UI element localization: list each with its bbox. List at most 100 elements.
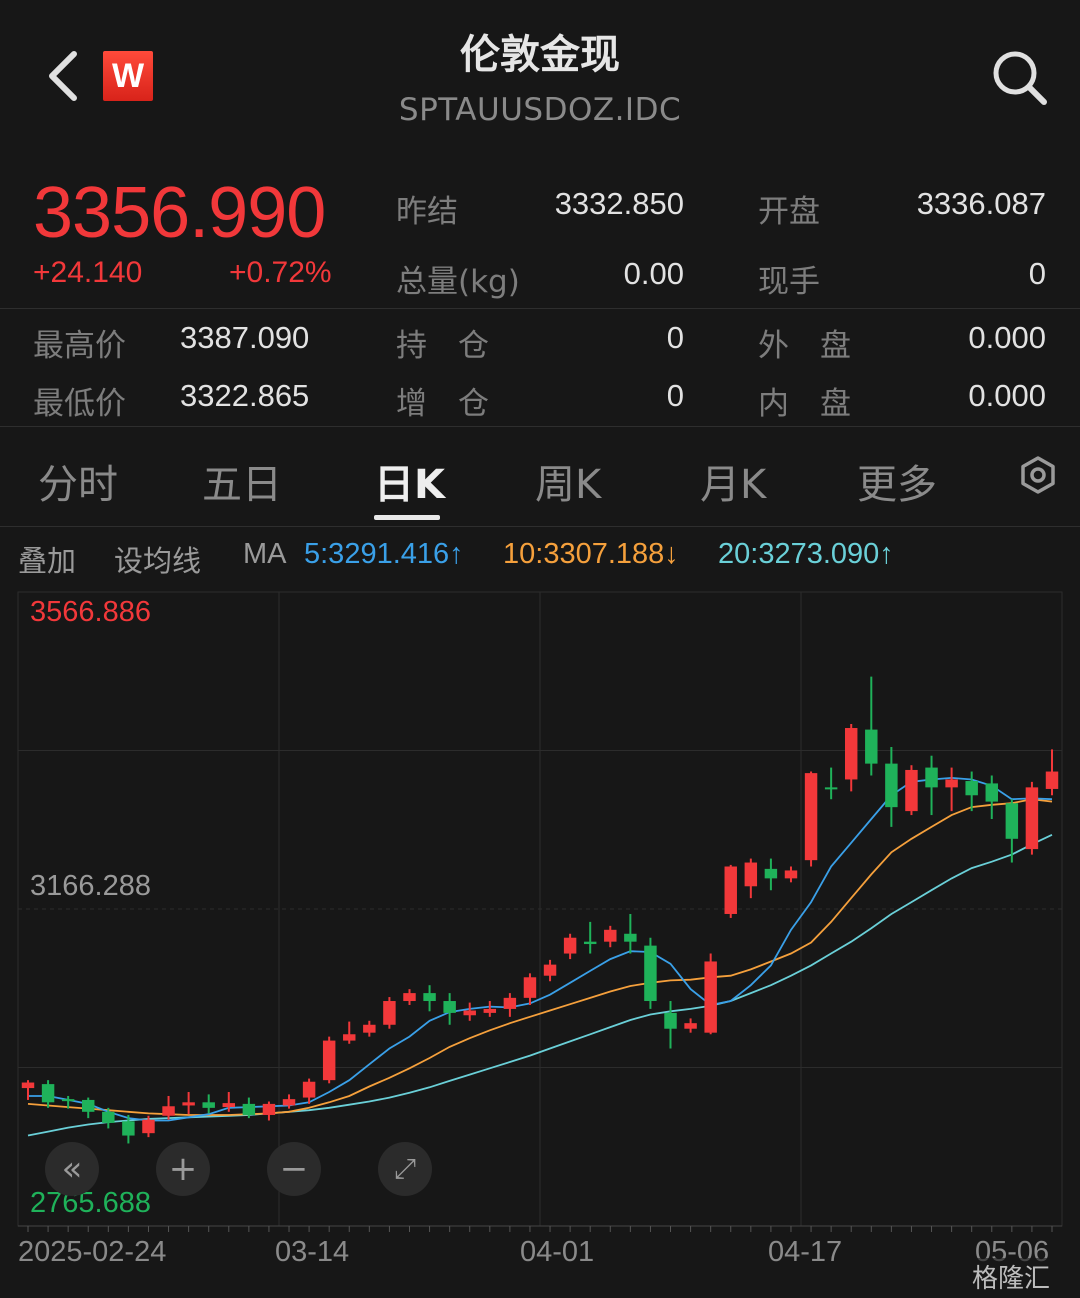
candle-body: [1005, 803, 1019, 839]
open-label: 开盘: [758, 194, 820, 230]
high-value: 3387.090: [180, 320, 310, 355]
position-label: 持 仓: [396, 328, 489, 364]
candle-body: [142, 1119, 155, 1134]
outer-label: 外 盘: [758, 328, 851, 364]
fullscreen-button[interactable]: ⤢: [378, 1142, 432, 1196]
candle-body: [503, 997, 517, 1009]
candle-body: [322, 1040, 336, 1081]
candle-body: [865, 729, 878, 764]
double-chevron-left-icon: «: [61, 1149, 83, 1189]
y-min-label: 2765.688: [30, 1187, 151, 1219]
date-label: 04-01: [520, 1236, 595, 1268]
page-title: 伦敦金现: [460, 32, 620, 78]
divider: [0, 308, 1080, 309]
candle-body: [523, 977, 537, 998]
turnover-value: 0: [1028, 256, 1046, 291]
tab-more[interactable]: 更多: [857, 452, 937, 510]
date-label: 04-17: [768, 1236, 843, 1268]
candle-body: [162, 1106, 175, 1116]
zoom-in-button[interactable]: +: [156, 1142, 210, 1196]
date-label: 03-14: [275, 1236, 350, 1268]
overlay-button[interactable]: 叠加: [18, 538, 76, 580]
ma20-value: 20:3273.090↑: [718, 538, 894, 570]
candle-body: [844, 728, 858, 780]
candle-body: [624, 933, 637, 942]
tab-daily-k[interactable]: 日K: [374, 452, 445, 510]
volume-value: 0.00: [623, 256, 684, 291]
search-button[interactable]: [990, 48, 1050, 108]
tab-weekly-k[interactable]: 周K: [535, 452, 601, 510]
low-label: 最低价: [33, 386, 126, 422]
candle-body: [644, 945, 657, 1002]
divider: [0, 526, 1080, 527]
tab-intraday[interactable]: 分时: [38, 452, 118, 510]
search-icon: [993, 51, 1047, 105]
inner-label: 内 盘: [758, 386, 851, 422]
candle-body: [423, 993, 436, 1002]
zoom-out-button[interactable]: −: [267, 1142, 321, 1196]
candle-body: [704, 961, 717, 1033]
prev-close-label: 昨结: [396, 194, 458, 230]
candle-body: [363, 1024, 376, 1033]
candle-body: [905, 769, 918, 812]
candle-body: [804, 773, 818, 861]
candle-body: [21, 1082, 35, 1089]
candle-body: [1025, 787, 1039, 850]
candle-body: [282, 1099, 296, 1106]
ma-settings-button[interactable]: 设均线: [114, 538, 201, 580]
candle-body: [262, 1103, 276, 1115]
candle-body: [403, 993, 416, 1002]
candle-body: [784, 870, 798, 879]
plus-icon: +: [168, 1149, 198, 1189]
candle-body: [443, 1001, 456, 1013]
price-change-percent: +0.72%: [229, 256, 332, 289]
candle-body: [684, 1023, 697, 1029]
candle-body: [664, 1012, 677, 1029]
x-axis-ticks: [18, 1225, 1062, 1232]
date-label: 2025-02-24: [18, 1236, 167, 1268]
candle-body: [543, 964, 557, 976]
ma5-value: 5:3291.416↑: [304, 538, 464, 570]
candle-body: [343, 1034, 356, 1041]
expand-icon: ⤢: [393, 1152, 417, 1185]
candle-body: [222, 1103, 236, 1108]
candle-body: [383, 1001, 396, 1025]
candle-body: [985, 783, 998, 802]
candle-body: [182, 1102, 195, 1106]
candle-body: [463, 1010, 476, 1016]
candle-body: [744, 862, 758, 887]
candle-body: [925, 767, 938, 788]
prev-close-value: 3332.850: [554, 186, 684, 221]
last-price: 3356.990: [33, 173, 326, 253]
add-position-value: 0: [666, 378, 684, 413]
inner-value: 0.000: [968, 378, 1046, 413]
tab-five-day[interactable]: 五日: [202, 452, 282, 510]
high-label: 最高价: [33, 328, 126, 364]
settings-button[interactable]: [1018, 455, 1058, 495]
candle-body: [483, 1008, 497, 1013]
scroll-back-button[interactable]: «: [45, 1142, 99, 1196]
chart-grid: [17, 591, 1063, 1227]
candle-body: [724, 866, 737, 914]
ma10-value: 10:3307.188↓: [503, 538, 679, 570]
watermark: 格隆汇: [968, 1258, 1055, 1295]
candle-body: [764, 868, 778, 879]
kline-chart[interactable]: [0, 590, 1080, 1298]
outer-value: 0.000: [968, 320, 1046, 355]
candle-body: [242, 1103, 256, 1115]
open-value: 3336.087: [916, 186, 1046, 221]
tab-monthly-k[interactable]: 月K: [700, 452, 766, 510]
price-change: +24.140: [33, 256, 143, 289]
candle-body: [1045, 771, 1059, 789]
low-value: 3322.865: [180, 378, 310, 413]
minus-icon: −: [279, 1149, 309, 1189]
candle-body: [61, 1099, 75, 1102]
candle-body: [102, 1111, 115, 1123]
candle-body: [583, 941, 597, 945]
candle-body: [202, 1102, 215, 1108]
candle-body: [604, 929, 617, 942]
y-max-label: 3566.886: [30, 596, 151, 628]
candle-body: [122, 1121, 135, 1136]
active-tab-indicator: [374, 515, 440, 520]
volume-label: 总量(kg): [396, 264, 520, 300]
